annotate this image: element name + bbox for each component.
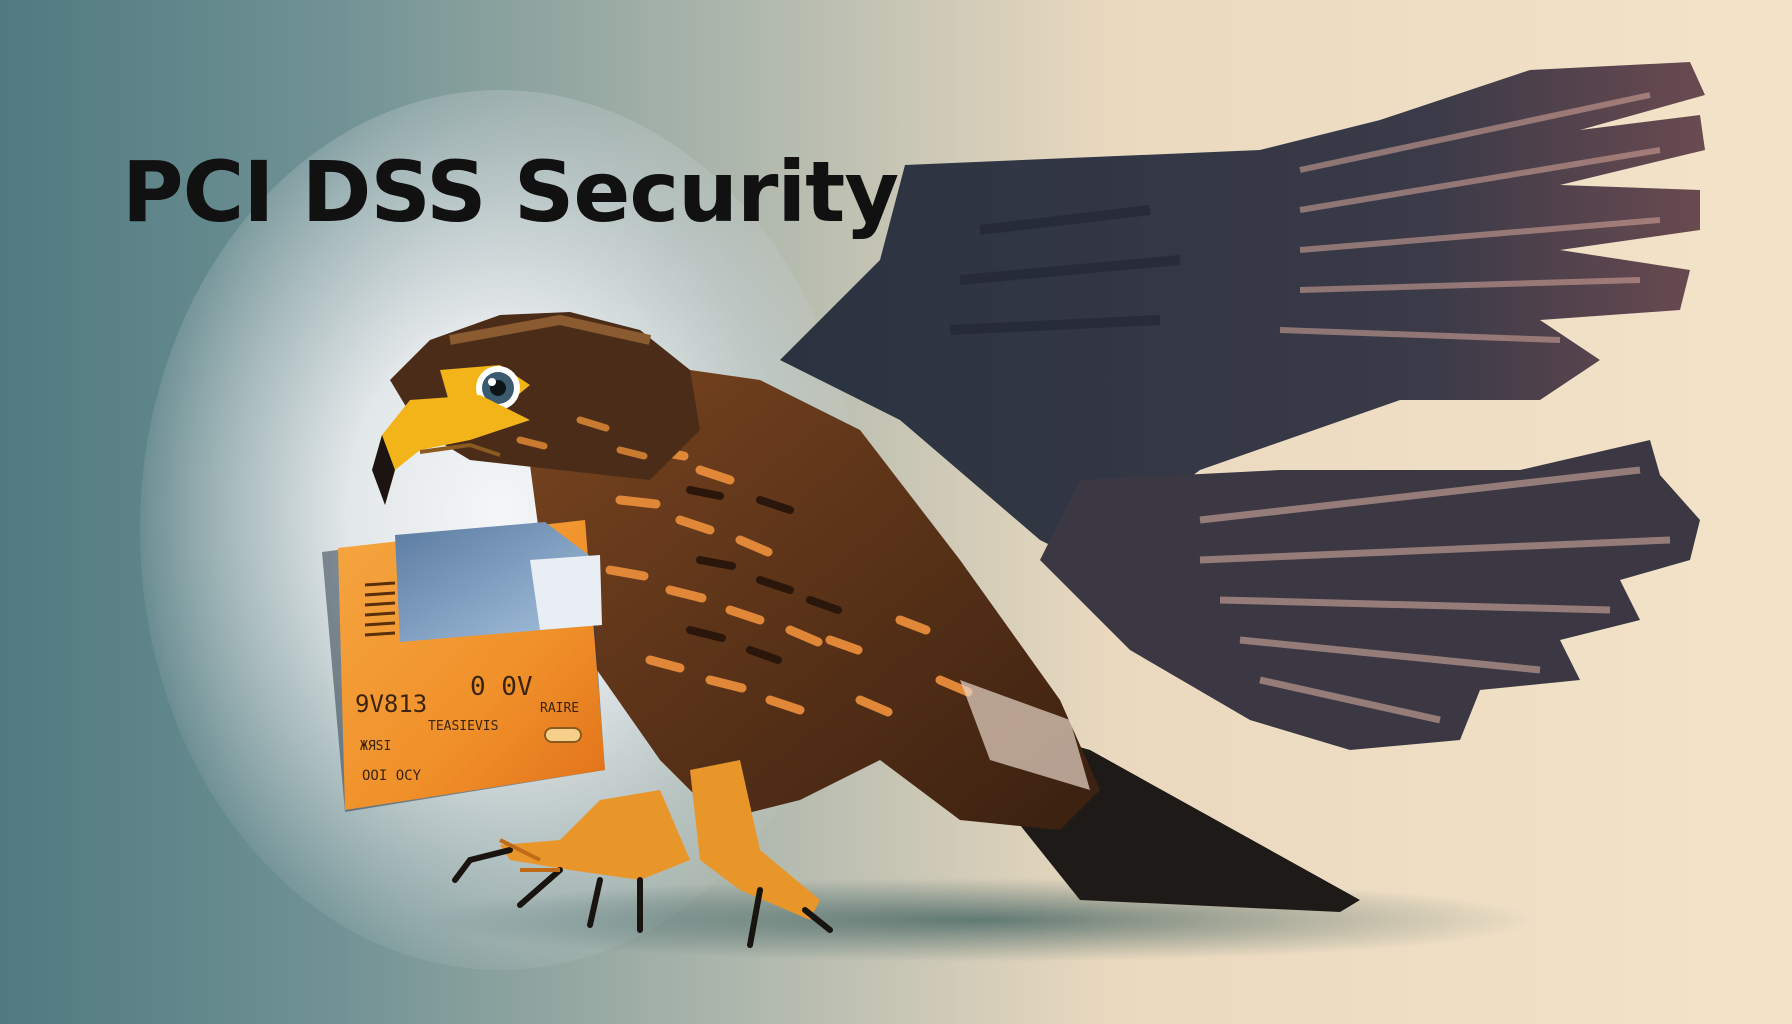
- card-label-1: ЖЯЅI: [360, 739, 391, 754]
- illustration: PCI DSS Security 9V813 0 0V ЖЯЅI TEASIEV…: [0, 0, 1792, 1024]
- credit-card: 9V813 0 0V ЖЯЅI TEASIEVIS RAIRE OOI OCY: [322, 520, 605, 812]
- card-number-suffix: 0 0V: [470, 672, 533, 702]
- hawk-artwork: 9V813 0 0V ЖЯЅI TEASIEVIS RAIRE OOI OCY: [322, 62, 1705, 962]
- card-holder: OOI OCY: [362, 768, 422, 784]
- ground-shadow: [420, 878, 1540, 962]
- card-number: 9V813: [355, 690, 427, 718]
- card-label-3: RAIRE: [540, 701, 579, 716]
- card-label-2: TEASIEVIS: [428, 719, 498, 734]
- lower-wing: [1040, 440, 1700, 750]
